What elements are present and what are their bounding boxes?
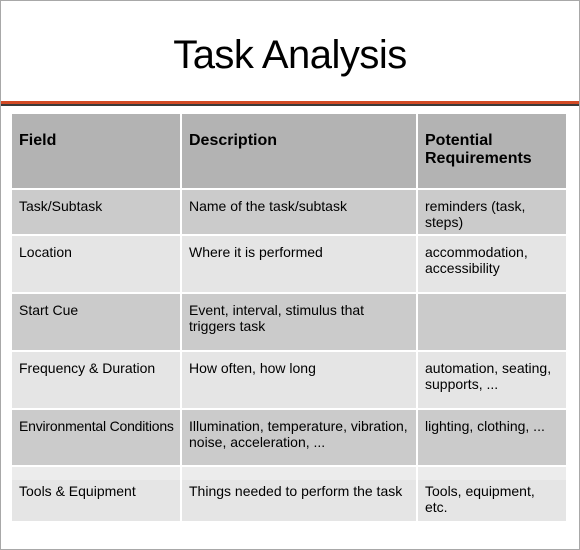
table-row: Start Cue Event, interval, stimulus that… — [12, 294, 566, 352]
table-row: Environmental Conditions Illumination, t… — [12, 410, 566, 467]
cell-description: Name of the task/subtask — [182, 190, 418, 234]
slide-title: Task Analysis — [173, 33, 407, 77]
cell-description: Illumination, temperature, vibration, no… — [182, 410, 418, 465]
title-divider — [1, 104, 579, 106]
cell-field: Frequency & Duration — [12, 352, 182, 408]
cell-description: Where it is performed — [182, 236, 418, 292]
cell-field: Start Cue — [12, 294, 182, 350]
cell-requirements: reminders (task, steps) — [418, 190, 566, 234]
table-row: Task/Subtask Name of the task/subtask re… — [12, 190, 566, 236]
cell-requirements — [418, 294, 566, 350]
cell-requirements: lighting, clothing, ... — [418, 410, 566, 465]
header-field: Field — [12, 114, 182, 188]
cell-requirements: Tools, equipment, etc. — [418, 467, 566, 521]
task-analysis-table: Field Description Potential Requirements… — [12, 114, 566, 521]
table-header-row: Field Description Potential Requirements — [12, 114, 566, 190]
cell-field: Tools & Equipment — [12, 467, 182, 521]
header-description: Description — [182, 114, 418, 188]
cell-field: Environmental Conditions — [12, 410, 182, 465]
cell-field: Location — [12, 236, 182, 292]
table-row: Frequency & Duration How often, how long… — [12, 352, 566, 410]
cell-description: How often, how long — [182, 352, 418, 408]
cell-description: Things needed to perform the task — [182, 467, 418, 521]
header-potential-requirements: Potential Requirements — [418, 114, 566, 188]
cell-requirements: automation, seating, supports, ... — [418, 352, 566, 408]
cell-description: Event, interval, stimulus that triggers … — [182, 294, 418, 350]
cell-requirements: accommodation, accessibility — [418, 236, 566, 292]
cell-field: Task/Subtask — [12, 190, 182, 234]
table-row: Location Where it is performed accommoda… — [12, 236, 566, 294]
table-row: Tools & Equipment Things needed to perfo… — [12, 467, 566, 521]
